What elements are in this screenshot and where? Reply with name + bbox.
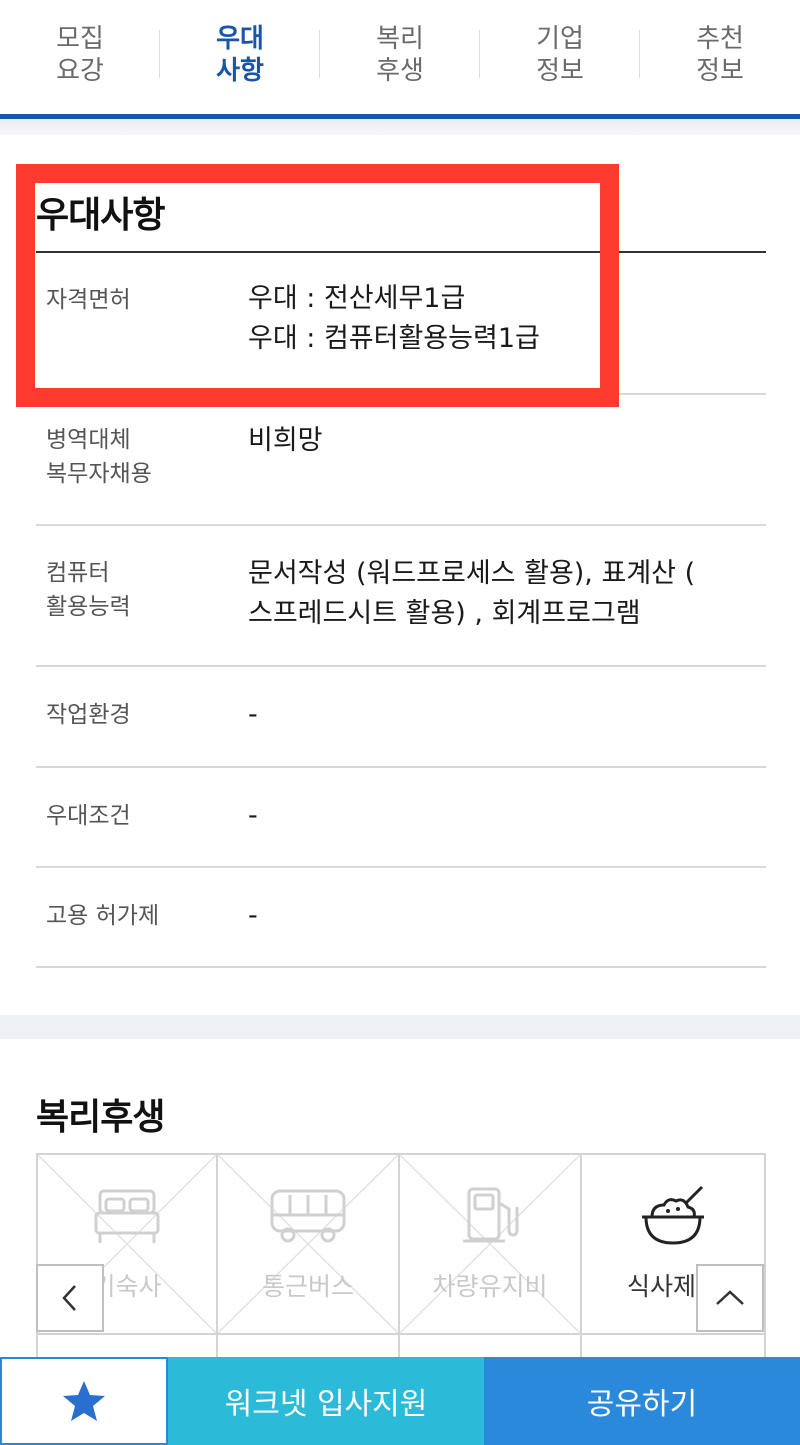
info-row-employment-permit: 고용 허가제 - [36, 868, 766, 968]
bus-icon [270, 1189, 346, 1243]
row-value-line: 비희망 [248, 425, 323, 456]
tab-recommended[interactable]: 추천 정보 [640, 0, 800, 118]
tab-label: 복리 후생 [376, 24, 424, 86]
tab-label: 추천 정보 [696, 24, 744, 86]
row-value: 비희망 [248, 421, 760, 461]
welfare-item-label: 차량유지비 [432, 1272, 548, 1301]
highlight-box [16, 164, 619, 407]
bed-icon [94, 1189, 160, 1243]
tab-label: 우대 사항 [216, 24, 264, 86]
section-tabs: 모집 요강 우대 사항 복리 후생 기업 정보 추천 정보 [0, 0, 800, 118]
row-value-line: - [248, 800, 258, 831]
row-value: - [248, 796, 760, 836]
tab-recruitment[interactable]: 모집 요강 [0, 0, 160, 118]
welfare-item-label: 통근버스 [261, 1272, 354, 1301]
section-divider [0, 1015, 800, 1039]
row-value-line: - [248, 699, 258, 730]
tab-welfare[interactable]: 복리 후생 [320, 0, 480, 118]
bottom-action-bar: 워크넷 입사지원 공유하기 [0, 1357, 800, 1445]
scroll-top-button[interactable] [696, 1264, 764, 1332]
worknet-apply-button[interactable]: 워크넷 입사지원 [168, 1357, 484, 1445]
row-label: 고용 허가제 [46, 903, 160, 929]
row-label: 컴퓨터 활용능력 [46, 560, 131, 620]
favorite-button[interactable] [0, 1357, 168, 1445]
info-row-computer-skills: 컴퓨터 활용능력 문서작성 (워드프로세스 활용), 표계산 ( 스프레드시트 … [36, 526, 766, 667]
carousel-prev-button[interactable] [36, 1264, 104, 1332]
row-value-line: 스프레드시트 활용) , 회계프로그램 [248, 598, 641, 629]
row-label: 우대조건 [46, 803, 131, 829]
tab-label: 모집 요강 [56, 24, 104, 86]
row-value: - [248, 695, 760, 735]
row-label: 병역대체 복무자채용 [46, 427, 152, 487]
tab-preferential[interactable]: 우대 사항 [160, 0, 320, 118]
chevron-up-icon [716, 1290, 744, 1305]
info-row-military: 병역대체 복무자채용 비희망 [36, 395, 766, 526]
share-button[interactable]: 공유하기 [484, 1357, 800, 1445]
welfare-item-commuter-bus: 통근버스 [218, 1155, 400, 1335]
row-value: - [248, 896, 760, 936]
row-label: 작업환경 [46, 702, 131, 728]
row-value-line: - [248, 900, 258, 931]
fuel-pump-icon [463, 1187, 519, 1243]
section-title-welfare: 복리후생 [36, 1097, 165, 1138]
welfare-item-vehicle-maintenance: 차량유지비 [400, 1155, 582, 1335]
info-row-preferential-conditions: 우대조건 - [36, 768, 766, 868]
chevron-left-icon [62, 1285, 76, 1311]
tab-company-info[interactable]: 기업 정보 [480, 0, 640, 118]
info-row-work-environment: 작업환경 - [36, 667, 766, 768]
tab-label: 기업 정보 [536, 24, 584, 86]
tab-shadow [0, 119, 800, 135]
star-icon [63, 1381, 105, 1421]
row-value: 문서작성 (워드프로세스 활용), 표계산 ( 스프레드시트 활용) , 회계프… [248, 554, 760, 634]
rice-bowl-icon [642, 1185, 704, 1245]
row-value-line: 문서작성 (워드프로세스 활용), 표계산 ( [248, 558, 696, 589]
